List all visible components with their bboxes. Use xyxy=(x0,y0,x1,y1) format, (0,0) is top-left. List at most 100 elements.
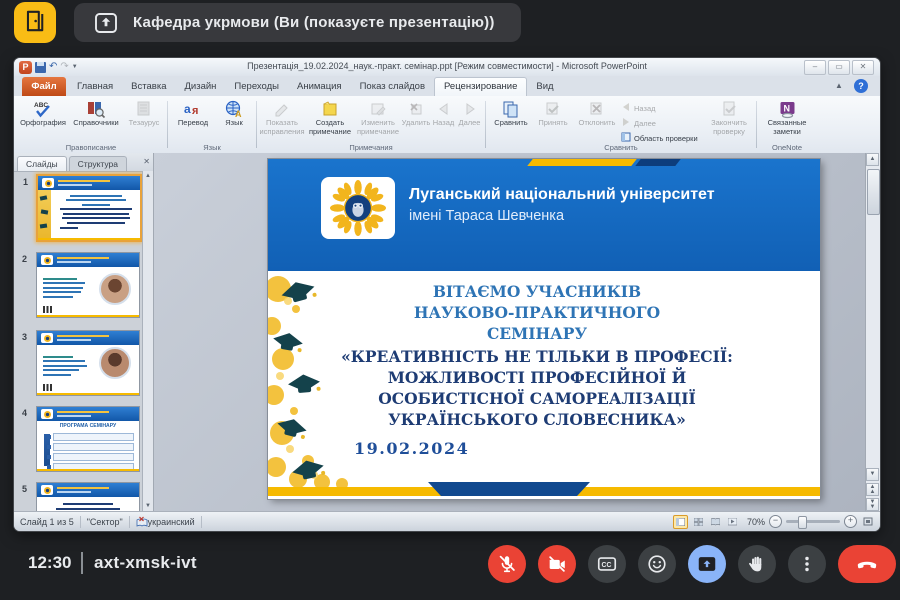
reactions-button[interactable] xyxy=(638,545,676,583)
end-review-button[interactable]: Закончить проверку xyxy=(705,98,753,144)
prev-change-icon xyxy=(621,102,631,114)
scroll-up-icon[interactable]: ▲ xyxy=(866,153,879,166)
tab-transitions[interactable]: Переходы xyxy=(225,77,288,96)
panel-tab-outline[interactable]: Структура xyxy=(69,156,127,171)
collapse-ribbon-icon[interactable]: ▲ xyxy=(832,81,846,92)
compare-icon xyxy=(502,99,520,119)
view-slideshow-icon[interactable] xyxy=(726,516,739,528)
edit-comment-button[interactable]: Изменить примечание xyxy=(355,98,401,136)
zoom-level: 70% xyxy=(747,517,765,527)
minimize-icon[interactable]: – xyxy=(804,60,826,75)
previous-comment-button[interactable]: Назад xyxy=(431,98,456,136)
view-sorter-icon[interactable] xyxy=(692,516,705,528)
show-markup-button[interactable]: Показать исправления xyxy=(259,98,305,136)
language-button[interactable]: A Язык xyxy=(215,98,253,128)
present-screen-icon xyxy=(94,12,118,34)
view-normal-icon[interactable] xyxy=(673,515,688,529)
panel-scrollbar[interactable]: ▲ ▼ xyxy=(142,171,153,511)
research-button[interactable]: Справочники xyxy=(68,98,124,128)
close-panel-icon[interactable]: ✕ xyxy=(143,157,150,166)
show-markup-icon xyxy=(273,99,291,119)
more-options-button[interactable] xyxy=(788,545,826,583)
ribbon-group-proofing: ABC Орфография Справочники xyxy=(16,96,166,153)
spelling-icon: ABC xyxy=(33,99,53,119)
zoom-slider[interactable] xyxy=(786,520,840,523)
camera-button[interactable] xyxy=(538,545,576,583)
ribbon-group-onenote: N Связанные заметки OneNote xyxy=(758,96,816,153)
group-label: Сравнить xyxy=(487,143,755,152)
next-comment-button[interactable]: Далее xyxy=(456,98,483,136)
spelling-button[interactable]: ABC Орфография xyxy=(18,98,68,128)
zoom-out-icon[interactable]: − xyxy=(769,515,782,528)
editor-scrollbar[interactable]: ▲ ▼ ▲▲ ▼▼ xyxy=(865,153,880,511)
scrollbar-thumb[interactable] xyxy=(867,169,880,215)
slide-thumbnail-4[interactable]: 4 ПРОГРАМА СЕМІНАРУ xyxy=(36,406,140,472)
zoom-in-icon[interactable]: + xyxy=(844,515,857,528)
restore-icon[interactable]: ▭ xyxy=(828,60,850,75)
tab-slideshow[interactable]: Показ слайдов xyxy=(351,77,434,96)
translate-button[interactable]: aя Перевод xyxy=(171,98,215,128)
tab-design[interactable]: Дизайн xyxy=(175,77,225,96)
slide-footer-shape xyxy=(428,482,590,496)
next-slide-icon[interactable]: ▼▼ xyxy=(866,498,879,511)
accept-button[interactable]: Принять xyxy=(533,98,573,144)
tab-file[interactable]: Файл xyxy=(22,77,66,96)
scroll-down-icon[interactable]: ▼ xyxy=(143,503,153,509)
zoom-slider-thumb[interactable] xyxy=(798,516,807,529)
spell-status-icon[interactable] xyxy=(136,516,148,528)
tab-animations[interactable]: Анимация xyxy=(288,77,351,96)
help-icon[interactable]: ? xyxy=(854,79,868,93)
more-options-icon xyxy=(796,553,818,575)
view-reading-icon[interactable] xyxy=(709,516,722,528)
svg-text:я: я xyxy=(192,105,198,117)
slide-canvas[interactable]: Луганський національний університет імен… xyxy=(268,159,820,499)
slide-thumbnail-2[interactable]: 2 xyxy=(36,252,140,318)
tab-view[interactable]: Вид xyxy=(527,77,562,96)
captions-button[interactable]: CC xyxy=(588,545,626,583)
slide-thumbnail-5[interactable]: 5 xyxy=(36,482,140,511)
compare-button[interactable]: Сравнить xyxy=(489,98,533,144)
group-label: Язык xyxy=(169,143,255,152)
next-change-button[interactable]: Далее xyxy=(621,117,705,129)
tab-insert[interactable]: Вставка xyxy=(122,77,175,96)
slide-thumbnail-1[interactable]: 1 xyxy=(36,174,142,242)
new-comment-button[interactable]: Создать примечание xyxy=(305,98,355,136)
meet-home-button[interactable] xyxy=(14,2,56,43)
fit-window-icon[interactable] xyxy=(861,516,874,528)
prev-comment-icon xyxy=(436,99,452,119)
mic-off-icon xyxy=(496,553,518,575)
slide-editor[interactable]: Луганський національний університет імен… xyxy=(154,153,866,511)
university-logo xyxy=(321,177,395,239)
research-icon xyxy=(86,99,106,119)
close-icon[interactable]: ✕ xyxy=(852,60,874,75)
present-button[interactable] xyxy=(688,545,726,583)
theme-name: "Сектор" xyxy=(87,517,123,527)
reject-icon xyxy=(588,99,606,119)
group-label: Примечания xyxy=(258,143,484,152)
previous-change-button[interactable]: Назад xyxy=(621,102,705,114)
tab-review[interactable]: Рецензирование xyxy=(434,77,527,96)
panel-tab-slides[interactable]: Слайды xyxy=(17,156,67,171)
slide-thumbnail-3[interactable]: 3 xyxy=(36,330,140,396)
prev-slide-icon[interactable]: ▲▲ xyxy=(866,483,879,496)
end-call-button[interactable] xyxy=(838,545,896,583)
scroll-up-icon[interactable]: ▲ xyxy=(143,173,153,179)
reject-button[interactable]: Отклонить xyxy=(573,98,621,144)
thesaurus-button[interactable]: Тезаурус xyxy=(124,98,164,128)
scroll-down-icon[interactable]: ▼ xyxy=(866,468,879,481)
language-indicator[interactable]: украинский xyxy=(148,517,195,527)
delete-comment-button[interactable]: Удалить xyxy=(401,98,431,136)
mic-button[interactable] xyxy=(488,545,526,583)
edit-comment-icon xyxy=(369,99,387,119)
new-comment-icon xyxy=(321,99,339,119)
slide-date: 19.02.2024 xyxy=(354,439,469,458)
reactions-icon xyxy=(646,553,668,575)
ribbon-group-compare: Сравнить Принять Отклонить xyxy=(487,96,755,153)
door-icon xyxy=(22,8,48,37)
linked-notes-button[interactable]: N Связанные заметки xyxy=(759,98,815,136)
raise-hand-button[interactable] xyxy=(738,545,776,583)
presentation-pill[interactable]: Кафедра укрмови (Ви (показуєте презентац… xyxy=(74,3,521,42)
tab-home[interactable]: Главная xyxy=(68,77,122,96)
camera-off-icon xyxy=(546,553,568,575)
thesaurus-icon xyxy=(135,99,153,119)
